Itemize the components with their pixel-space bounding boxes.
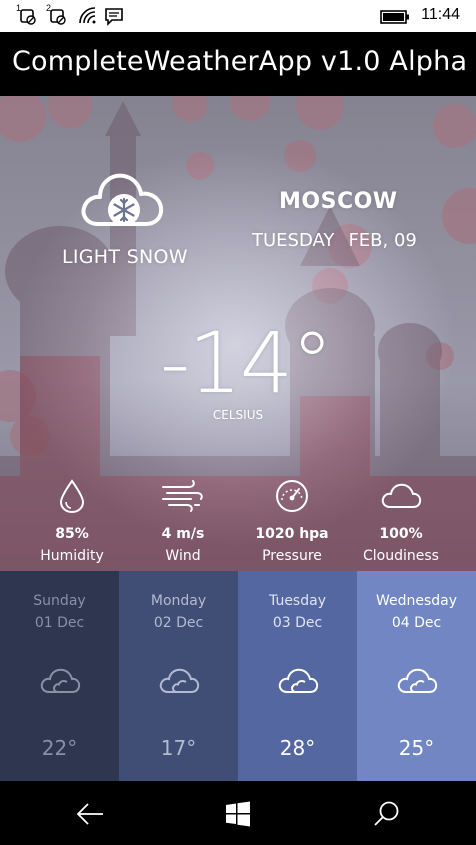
wind-stat: 4 m/s Wind: [123, 476, 243, 564]
home-button[interactable]: [218, 797, 258, 831]
forecast-day-date: 04 Dec: [391, 615, 442, 631]
forecast-day-tuesday[interactable]: Tuesday 03 Dec 28°: [238, 571, 357, 781]
forecast-day-wednesday[interactable]: Wednesday 04 Dec 25°: [357, 571, 476, 781]
message-icon: [104, 6, 124, 30]
wifi-icon: [78, 6, 98, 30]
weekday: TUESDAY: [252, 230, 335, 251]
forecast-temperature: 22°: [41, 736, 78, 760]
forecast-day-date: 03 Dec: [272, 615, 323, 631]
cloud-icon: [238, 666, 357, 696]
sim1-label: 1: [16, 3, 22, 13]
sim2-no-signal-icon: 2: [46, 3, 68, 30]
forecast-day-name: Sunday: [33, 593, 86, 609]
cloudiness-stat: 100% Cloudiness: [341, 476, 461, 564]
forecast-temperature: 28°: [279, 736, 316, 760]
cloudiness-value: 100%: [379, 526, 423, 542]
app-title: CompleteWeatherApp v1.0 Alpha: [12, 46, 468, 77]
forecast-day-monday[interactable]: Monday 02 Dec 17°: [119, 571, 238, 781]
back-arrow-icon: [76, 803, 103, 825]
clock-time: 11:44: [421, 6, 460, 23]
temperature-unit: CELSIUS: [212, 408, 264, 422]
cloud-icon: [0, 666, 119, 696]
current-date: TUESDAY FEB, 09: [252, 230, 417, 251]
current-temperature: -14°: [160, 314, 333, 412]
forecast-day-name: Tuesday: [269, 593, 326, 609]
snow-cloud-icon: [80, 168, 166, 234]
forecast-temperature: 17°: [160, 736, 197, 760]
pressure-gauge-icon: [232, 476, 352, 516]
pressure-label: Pressure: [262, 548, 322, 564]
forecast-temperature: 25°: [398, 736, 435, 760]
wind-label: Wind: [165, 548, 201, 564]
cloud-icon: [119, 666, 238, 696]
search-button[interactable]: [366, 797, 406, 831]
wind-value: 4 m/s: [161, 526, 205, 542]
back-button[interactable]: [70, 797, 110, 831]
city-name: MOSCOW: [279, 189, 398, 214]
sim1-no-signal-icon: 1: [16, 3, 38, 30]
system-nav-bar: [0, 781, 476, 845]
forecast-day-sunday[interactable]: Sunday 01 Dec 22°: [0, 571, 119, 781]
windows-logo-icon: [226, 801, 250, 827]
cloud-icon: [357, 666, 476, 696]
sim2-label: 2: [46, 3, 52, 13]
month-day: FEB, 09: [348, 230, 417, 251]
forecast-day-name: Wednesday: [375, 593, 458, 609]
cloudiness-label: Cloudiness: [363, 548, 439, 564]
forecast-strip: Sunday 01 Dec 22° Monday 02 Dec 17° Tues…: [0, 571, 476, 781]
battery-icon: [380, 9, 410, 28]
wind-icon: [123, 476, 243, 516]
humidity-drop-icon: [12, 476, 132, 516]
weather-condition: LIGHT SNOW: [62, 246, 188, 268]
humidity-value: 85%: [55, 526, 89, 542]
forecast-day-date: 02 Dec: [153, 615, 204, 631]
humidity-label: Humidity: [40, 548, 104, 564]
pressure-stat: 1020 hpa Pressure: [232, 476, 352, 564]
app-title-bar: CompleteWeatherApp v1.0 Alpha: [0, 32, 476, 96]
cloud-icon: [341, 476, 461, 516]
search-icon: [374, 801, 399, 826]
status-bar: 1 2 11:44: [0, 0, 476, 32]
forecast-day-date: 01 Dec: [34, 615, 85, 631]
current-weather-panel: LIGHT SNOW MOSCOW TUESDAY FEB, 09 -14° CE…: [0, 96, 476, 571]
humidity-stat: 85% Humidity: [12, 476, 132, 564]
forecast-day-name: Monday: [150, 593, 207, 609]
pressure-value: 1020 hpa: [255, 526, 329, 542]
